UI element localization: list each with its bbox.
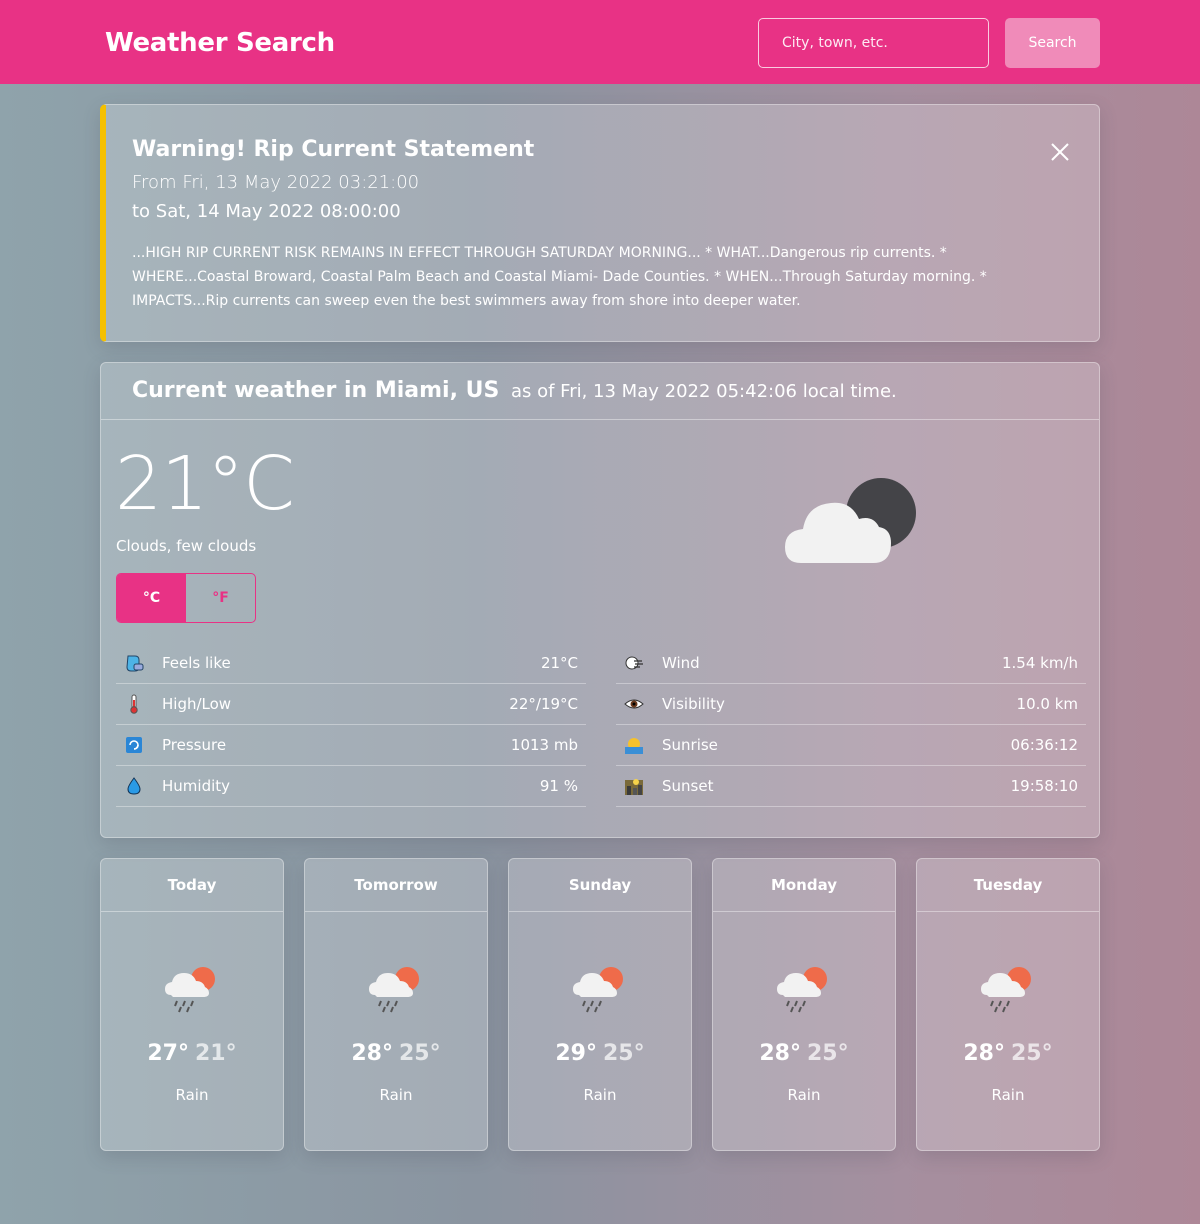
feels-like-icon [116, 653, 162, 673]
forecast-temps: 28° 25° [305, 1041, 487, 1066]
stats-right-column: Wind 1.54 km/h Visibility 10.0 km Sunris… [616, 643, 1086, 807]
pressure-icon [116, 735, 162, 755]
wind-icon [616, 653, 662, 673]
stat-label: Visibility [662, 695, 725, 713]
top-navbar: Weather Search Search [0, 0, 1200, 84]
rain-sun-icon [571, 963, 631, 1019]
stat-label: Feels like [162, 654, 231, 672]
forecast-day: Tuesday [917, 859, 1099, 912]
forecast-temps: 28° 25° [713, 1041, 895, 1066]
app-title[interactable]: Weather Search [105, 28, 335, 58]
weather-alert: Warning! Rip Current Statement From Fri,… [100, 104, 1100, 342]
forecast-temps: 29° 25° [509, 1041, 691, 1066]
rain-sun-icon [979, 963, 1039, 1019]
stat-label: Sunrise [662, 736, 718, 754]
stat-label: Sunset [662, 777, 714, 795]
forecast-high: 28° [963, 1041, 1005, 1066]
stat-row-humidity: Humidity 91 % [116, 766, 586, 807]
rain-sun-icon [775, 963, 835, 1019]
search-button[interactable]: Search [1005, 18, 1100, 68]
forecast-description: Rain [379, 1086, 413, 1104]
stat-label: Wind [662, 654, 700, 672]
stat-row-wind: Wind 1.54 km/h [616, 643, 1086, 684]
stat-value: 19:58:10 [1010, 777, 1078, 795]
city-search-input[interactable] [758, 18, 989, 68]
unit-toggle: °C °F [116, 573, 256, 623]
stat-label: Humidity [162, 777, 231, 795]
forecast-description: Rain [583, 1086, 617, 1104]
forecast-day: Monday [713, 859, 895, 912]
sunrise-icon [616, 735, 662, 755]
stat-row-visibility: Visibility 10.0 km [616, 684, 1086, 725]
forecast-high: 28° [759, 1041, 801, 1066]
stat-value: 10.0 km [1016, 695, 1078, 713]
current-weather-header: Current weather in Miami, US as of Fri, … [101, 363, 1099, 420]
stat-value: 22°/19°C [509, 695, 578, 713]
stat-value: 1013 mb [510, 736, 578, 754]
droplet-icon [116, 776, 162, 796]
stat-value: 91 % [539, 777, 578, 795]
forecast-high: 28° [351, 1041, 393, 1066]
alert-end-time: to Sat, 14 May 2022 08:00:00 [132, 201, 401, 222]
location-title: Current weather in Miami, US [132, 378, 500, 403]
forecast-low: 25° [603, 1041, 645, 1066]
stat-row-high-low: High/Low 22°/19°C [116, 684, 586, 725]
forecast-description: Rain [787, 1086, 821, 1104]
rain-sun-icon [163, 963, 223, 1019]
forecast-description: Rain [991, 1086, 1025, 1104]
night-cloud-icon [781, 475, 921, 579]
forecast-day: Today [101, 859, 283, 912]
close-icon[interactable] [1049, 141, 1071, 163]
stat-row-sunset: Sunset 19:58:10 [616, 766, 1086, 807]
forecast-day: Sunday [509, 859, 691, 912]
forecast-description: Rain [175, 1086, 209, 1104]
forecast-low: 25° [1011, 1041, 1053, 1066]
forecast-high: 29° [555, 1041, 597, 1066]
forecast-card-tuesday: Tuesday 28° 25° Rain [916, 858, 1100, 1151]
current-temperature: 21°C [115, 441, 295, 527]
forecast-card-monday: Monday 28° 25° Rain [712, 858, 896, 1151]
forecast-low: 21° [195, 1041, 237, 1066]
forecast-card-sunday: Sunday 29° 25° Rain [508, 858, 692, 1151]
weather-stats: Feels like 21°C High/Low 22°/19°C Pressu… [116, 643, 1086, 807]
stat-row-sunrise: Sunrise 06:36:12 [616, 725, 1086, 766]
forecast-card-tomorrow: Tomorrow 28° 25° Rain [304, 858, 488, 1151]
forecast-low: 25° [399, 1041, 441, 1066]
current-weather-card: Current weather in Miami, US as of Fri, … [100, 362, 1100, 838]
celsius-button[interactable]: °C [117, 574, 186, 622]
stats-left-column: Feels like 21°C High/Low 22°/19°C Pressu… [116, 643, 586, 807]
forecast-card-today: Today 27° 21° Rain [100, 858, 284, 1151]
stat-row-feels-like: Feels like 21°C [116, 643, 586, 684]
forecast-low: 25° [807, 1041, 849, 1066]
stat-label: High/Low [162, 695, 232, 713]
weather-description: Clouds, few clouds [116, 537, 257, 555]
alert-description: ...HIGH RIP CURRENT RISK REMAINS IN EFFE… [132, 245, 987, 309]
thermometer-icon [116, 694, 162, 714]
alert-title: Warning! Rip Current Statement [132, 137, 535, 162]
forecast-temps: 28° 25° [917, 1041, 1099, 1066]
forecast-temps: 27° 21° [101, 1041, 283, 1066]
current-weather-title: Current weather in Miami, US as of Fri, … [132, 378, 897, 403]
stat-value: 21°C [540, 654, 578, 672]
rain-sun-icon [367, 963, 427, 1019]
stat-value: 1.54 km/h [1001, 654, 1078, 672]
eye-icon [616, 694, 662, 714]
stat-value: 06:36:12 [1010, 736, 1078, 754]
stat-label: Pressure [162, 736, 227, 754]
forecast-day: Tomorrow [305, 859, 487, 912]
local-time: as of Fri, 13 May 2022 05:42:06 local ti… [510, 381, 897, 402]
fahrenheit-button[interactable]: °F [186, 574, 255, 622]
stat-row-pressure: Pressure 1013 mb [116, 725, 586, 766]
forecast-high: 27° [147, 1041, 189, 1066]
alert-start-time: From Fri, 13 May 2022 03:21:00 [132, 172, 420, 193]
sunset-icon [616, 776, 662, 796]
